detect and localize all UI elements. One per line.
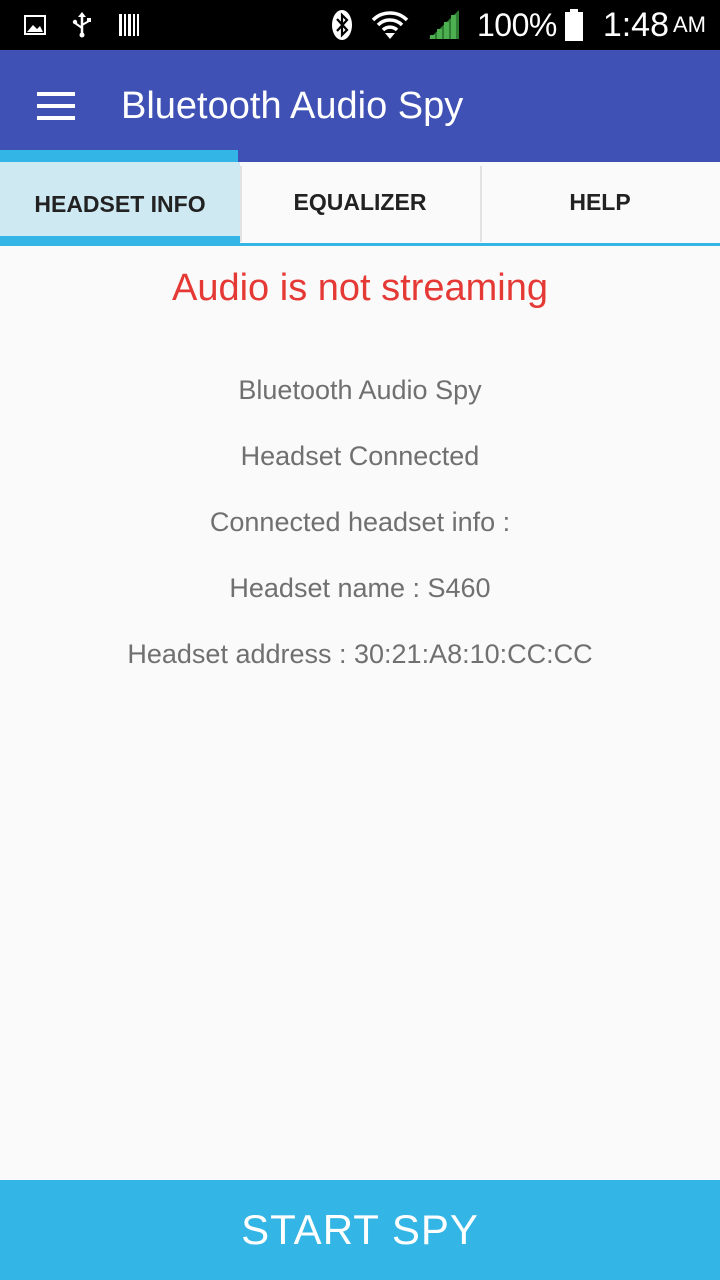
- start-spy-button[interactable]: START SPY: [0, 1180, 720, 1280]
- clock-ampm: AM: [673, 12, 706, 37]
- battery-icon: [564, 9, 583, 41]
- signal-icon: [427, 9, 461, 41]
- battery-percent: 100%: [476, 6, 557, 43]
- clock-time: 1:48: [602, 5, 669, 44]
- headset-address: Headset address : 30:21:A8:10:CC:CC: [127, 639, 593, 669]
- info-heading: Connected headset info :: [209, 507, 511, 537]
- stream-status: Audio is not streaming: [172, 267, 548, 309]
- tab-help[interactable]: HELP: [480, 162, 720, 246]
- app-name-label: Bluetooth Audio Spy: [238, 375, 482, 405]
- headset-info-panel: Audio is not streaming Bluetooth Audio S…: [0, 246, 720, 1180]
- image-icon: [24, 15, 46, 35]
- app-bar: Bluetooth Audio Spy: [0, 50, 720, 162]
- hamburger-menu-icon[interactable]: [0, 50, 112, 162]
- barcode-icon: [118, 13, 140, 37]
- app-title: Bluetooth Audio Spy: [121, 84, 464, 127]
- bluetooth-icon: [331, 9, 353, 41]
- tab-bar: HEADSET INFO EQUALIZER HELP: [0, 150, 720, 246]
- tab-headset-info[interactable]: HEADSET INFO: [0, 150, 240, 246]
- status-bar: 100% 1:48 AM: [0, 0, 720, 50]
- wifi-icon: [371, 10, 409, 40]
- tab-equalizer[interactable]: EQUALIZER: [240, 162, 480, 246]
- connection-status: Headset Connected: [240, 441, 480, 471]
- headset-name: Headset name : S460: [229, 573, 491, 603]
- usb-icon: [72, 12, 92, 38]
